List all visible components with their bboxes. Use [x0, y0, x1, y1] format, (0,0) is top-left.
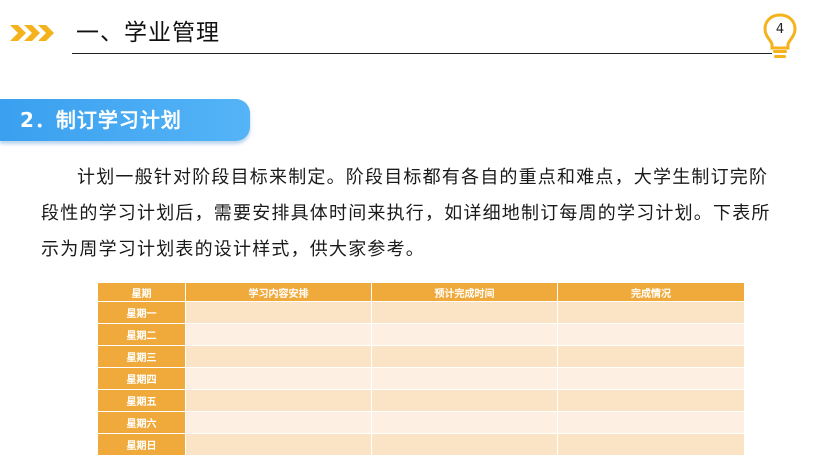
section-title: 2．制订学习计划	[20, 108, 182, 132]
day-label: 星期四	[97, 367, 186, 390]
weekly-plan-table: 星期 学习内容安排 预计完成时间 完成情况 星期一 星期二 星期三 星期四 星期…	[97, 282, 745, 456]
status-cell[interactable]	[557, 345, 745, 368]
day-label: 星期三	[97, 345, 186, 368]
table-row: 星期一	[97, 301, 745, 324]
column-header-status: 完成情况	[557, 282, 745, 302]
time-cell[interactable]	[371, 389, 558, 412]
chevron-arrows-icon	[10, 25, 54, 41]
table-row: 星期日	[97, 433, 745, 456]
body-paragraph: 计划一般针对阶段目标来制定。阶段目标都有各自的重点和难点，大学生制订完阶段性的学…	[41, 167, 771, 260]
time-cell[interactable]	[371, 345, 558, 368]
status-cell[interactable]	[557, 389, 745, 412]
lightbulb-icon	[763, 13, 797, 58]
status-cell[interactable]	[557, 411, 745, 434]
content-cell[interactable]	[185, 367, 372, 390]
page-title: 一、学业管理	[76, 20, 220, 46]
status-cell[interactable]	[557, 301, 745, 324]
content-cell[interactable]	[185, 323, 372, 346]
status-cell[interactable]	[557, 323, 745, 346]
time-cell[interactable]	[371, 433, 558, 456]
day-label: 星期一	[97, 301, 186, 324]
table-header-row: 星期 学习内容安排 预计完成时间 完成情况	[97, 282, 745, 302]
column-header-day: 星期	[97, 282, 186, 302]
content-cell[interactable]	[185, 301, 372, 324]
content-cell[interactable]	[185, 345, 372, 368]
page-number: 4	[775, 22, 785, 37]
day-label: 星期五	[97, 389, 186, 412]
table-row: 星期二	[97, 323, 745, 346]
day-label: 星期二	[97, 323, 186, 346]
time-cell[interactable]	[371, 367, 558, 390]
day-label: 星期日	[97, 433, 186, 456]
table-row: 星期三	[97, 345, 745, 368]
day-label: 星期六	[97, 411, 186, 434]
content-cell[interactable]	[185, 433, 372, 456]
time-cell[interactable]	[371, 323, 558, 346]
column-header-content: 学习内容安排	[185, 282, 372, 302]
time-cell[interactable]	[371, 301, 558, 324]
column-header-time: 预计完成时间	[371, 282, 558, 302]
content-cell[interactable]	[185, 389, 372, 412]
section-banner: 2．制订学习计划	[0, 99, 250, 141]
status-cell[interactable]	[557, 433, 745, 456]
table-row: 星期六	[97, 411, 745, 434]
content-cell[interactable]	[185, 411, 372, 434]
table-row: 星期四	[97, 367, 745, 390]
table-row: 星期五	[97, 389, 745, 412]
time-cell[interactable]	[371, 411, 558, 434]
status-cell[interactable]	[557, 367, 745, 390]
header-divider	[72, 53, 772, 54]
